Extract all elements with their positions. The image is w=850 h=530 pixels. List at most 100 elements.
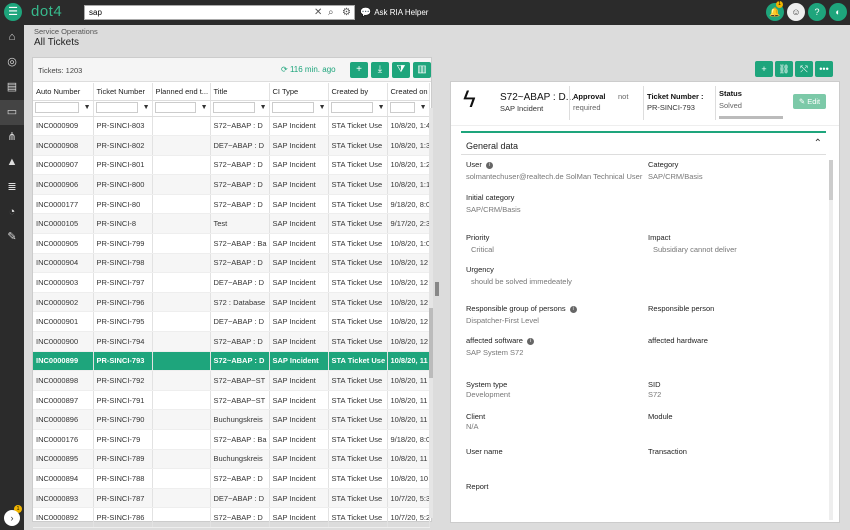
info-icon[interactable]: i [569, 305, 577, 313]
filter-icon[interactable]: ▼ [260, 102, 267, 113]
filter-icon[interactable]: ▼ [420, 102, 427, 113]
app-logo[interactable]: dot4 [31, 3, 62, 20]
filter-icon[interactable]: ▼ [201, 102, 208, 113]
table-cell: PR-SINCI-803 [93, 116, 153, 137]
chart-pie-icon[interactable]: ◔ [0, 200, 24, 225]
menu-icon[interactable]: ☰ [4, 3, 22, 21]
table-row[interactable]: INC0000904 PR-SINCI-798 S72~ABAP : D SAP In… [33, 253, 430, 274]
priority-value: Critical [471, 245, 494, 254]
breadcrumb[interactable]: Service Operations [34, 27, 98, 36]
list-scrollbar[interactable] [429, 108, 433, 518]
more-button[interactable]: ••• [815, 61, 833, 77]
table-cell: SAP Incident [269, 155, 329, 176]
edit-button[interactable]: ✎ Edit [793, 94, 826, 109]
table-row[interactable]: INC0000909 PR-SINCI-803 S72~ABAP : D SAP In… [33, 116, 430, 137]
filter-input[interactable] [271, 101, 314, 113]
table-cell: PR-SINCI-79 [93, 429, 153, 450]
table-row[interactable]: INC0000105 PR-SINCI-8 Test SAP Incident STA … [33, 213, 430, 235]
table-cell [152, 213, 211, 235]
search-input[interactable] [85, 6, 305, 19]
column-header[interactable]: Ticket Number [93, 83, 153, 101]
download-button[interactable]: ⤓ [371, 62, 389, 78]
table-row[interactable]: INC0000905 PR-SINCI-799 S72~ABAP : Ba SAP I… [33, 233, 430, 254]
gear-icon[interactable]: ⚙ [342, 7, 351, 19]
column-header[interactable]: Created by [328, 83, 388, 101]
filter-input[interactable] [35, 101, 79, 113]
table-row[interactable]: INC0000898 PR-SINCI-792 S72~ABAP~ST SAP Inc… [33, 370, 430, 391]
ask-ria-helper-button[interactable]: 💬 Ask RIA Helper [360, 7, 428, 18]
refresh-button[interactable]: ⟳ 116 min. ago [281, 65, 336, 74]
column-header[interactable]: Title [210, 83, 270, 101]
chevron-up-icon[interactable]: ⌃ [814, 138, 822, 149]
link-button[interactable]: ⛓ [775, 61, 793, 77]
table-row[interactable]: INC0000897 PR-SINCI-791 S72~ABAP~ST SAP Inc… [33, 390, 430, 411]
filter-input[interactable] [154, 101, 196, 113]
filter-icon[interactable]: ▼ [84, 102, 91, 113]
table-cell: S72~ABAP : D [210, 351, 270, 372]
table-cell: SAP Incident [269, 409, 329, 430]
table-cell: SAP Incident [269, 116, 329, 137]
avatar[interactable]: ☺ [787, 3, 805, 21]
panel-resize-handle[interactable] [435, 282, 439, 296]
table-row[interactable]: INC0000908 PR-SINCI-802 DE7~ABAP : D SAP In… [33, 135, 430, 156]
table-row[interactable]: INC0000892 PR-SINCI-786 S72~ABAP : D SAP In… [33, 507, 430, 528]
column-header[interactable]: CI Type [269, 83, 329, 101]
scrollbar-thumb[interactable] [829, 160, 833, 200]
table-row[interactable]: INC0000177 PR-SINCI-80 S72~ABAP : D SAP Inc… [33, 194, 430, 215]
education-icon[interactable]: ▲ [0, 150, 24, 175]
filter-button[interactable]: ⧩ [392, 62, 410, 78]
document-icon[interactable]: ▤ [0, 75, 24, 100]
filter-icon[interactable]: ▼ [378, 102, 385, 113]
expand-sidebar-icon[interactable]: › [4, 510, 20, 526]
table-row[interactable]: INC0000899 PR-SINCI-793 S72~ABAP : D SAP In… [33, 351, 430, 372]
table-cell: INC0000904 [33, 253, 94, 274]
table-cell: PR-SINCI-799 [93, 233, 153, 254]
table-cell: STA Ticket Use [328, 233, 388, 254]
table-row[interactable]: INC0000902 PR-SINCI-796 S72 : Database SAP … [33, 292, 430, 313]
user-value: solmantechuser@realtech.de SolMan Techni… [466, 172, 643, 181]
filter-icon[interactable]: ▼ [143, 102, 150, 113]
add-ticket-button[interactable]: + [350, 62, 368, 78]
ticket-list-panel: Tickets: 1203 ⟳ 116 min. ago + ⤓ ⧩ ▥ Aut… [32, 57, 433, 528]
table-row[interactable]: INC0000176 PR-SINCI-79 S72~ABAP : Ba SAP In… [33, 429, 430, 450]
filter-input[interactable] [330, 101, 373, 113]
table-row[interactable]: INC0000901 PR-SINCI-795 DE7~ABAP : D SAP In… [33, 311, 430, 333]
lightbulb-icon[interactable]: ? [808, 3, 826, 21]
filter-icon[interactable]: ▼ [319, 102, 326, 113]
share-button[interactable]: ⤲ [795, 61, 813, 77]
scrollbar-thumb[interactable] [429, 308, 433, 378]
database-icon[interactable]: ≣ [0, 175, 24, 200]
column-header[interactable]: Auto Number [33, 83, 94, 101]
globe-icon[interactable]: ◎ [0, 50, 24, 75]
table-row[interactable]: INC0000893 PR-SINCI-787 DE7~ABAP : D SAP In… [33, 488, 430, 509]
ticket-icon[interactable]: ▭ [0, 100, 24, 125]
filter-input[interactable] [212, 101, 255, 113]
table-row[interactable]: INC0000900 PR-SINCI-794 S72~ABAP : D SAP In… [33, 331, 430, 352]
general-data-section[interactable]: General data ⌃ [461, 131, 826, 155]
table-cell: SAP Incident [269, 507, 329, 528]
columns-button[interactable]: ▥ [413, 62, 431, 78]
responsible-group-value: Dispatcher-First Level [466, 316, 539, 325]
table-row[interactable]: INC0000907 PR-SINCI-801 S72~ABAP : D SAP In… [33, 155, 430, 176]
network-icon[interactable]: ⋔ [0, 125, 24, 150]
table-cell: SAP Incident [269, 292, 329, 313]
filter-input[interactable] [389, 101, 415, 113]
wrench-icon[interactable]: ✎ [0, 225, 24, 250]
add-button[interactable]: + [755, 61, 773, 77]
clear-icon[interactable]: ✕ [314, 7, 322, 19]
table-row[interactable]: INC0000906 PR-SINCI-800 S72~ABAP : D SAP In… [33, 174, 430, 195]
search-icon[interactable]: ⌕ [328, 7, 334, 19]
detail-scrollbar[interactable] [829, 160, 833, 520]
home-icon[interactable]: ⌂ [0, 25, 24, 50]
info-icon[interactable]: i [485, 161, 493, 169]
filter-input[interactable] [95, 101, 138, 113]
table-cell: 10/8/20, 1:0 [387, 233, 430, 254]
table-row[interactable]: INC0000895 PR-SINCI-789 Buchungskreis SAP I… [33, 449, 430, 470]
column-header[interactable]: Planned end t... [152, 83, 211, 101]
column-header[interactable]: Created on [387, 83, 430, 101]
table-row[interactable]: INC0000903 PR-SINCI-797 DE7~ABAP : D SAP In… [33, 272, 430, 293]
user-menu-icon[interactable]: ◐ [829, 3, 847, 21]
table-row[interactable]: INC0000896 PR-SINCI-790 Buchungskreis SAP I… [33, 409, 430, 430]
table-row[interactable]: INC0000894 PR-SINCI-788 S72~ABAP : D SAP In… [33, 468, 430, 489]
info-icon[interactable]: i [526, 337, 534, 345]
